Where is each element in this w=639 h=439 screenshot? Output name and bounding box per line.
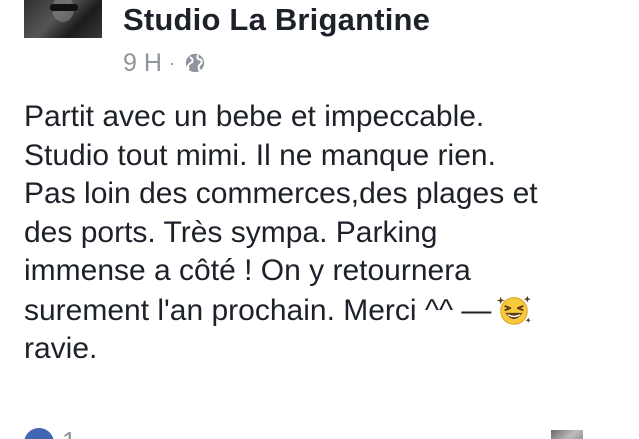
meta-separator: · — [168, 52, 175, 73]
post-timestamp[interactable]: 9 H — [123, 49, 162, 78]
post-line: Partit avec un bebe et impeccable. — [24, 100, 485, 133]
post-line-with-feeling: surement l'an prochain. Merci ^^ — — [24, 291, 624, 331]
post-line: surement l'an prochain. Merci ^^ — — [24, 293, 492, 327]
post-line: Pas loin des commerces,des plages et — [24, 177, 538, 210]
laughing-emoji-icon — [497, 295, 532, 325]
post-line: Studio tout mimi. Il ne manque rien. — [24, 138, 496, 172]
post-card: Studio La Brigantine 9 H · Partit avec u… — [0, 0, 639, 439]
reaction-count[interactable]: 1 — [62, 426, 76, 439]
globe-icon[interactable] — [184, 52, 206, 74]
commenter-avatar[interactable] — [551, 430, 583, 439]
post-line: immense a côté ! On y retournera — [24, 254, 471, 287]
page-name-link[interactable]: Studio La Brigantine — [123, 2, 430, 38]
avatar-glasses — [50, 4, 78, 11]
post-meta: 9 H · — [123, 47, 206, 79]
page-avatar[interactable] — [24, 0, 102, 38]
post-message: Partit avec un bebe et impeccable. Studi… — [24, 98, 624, 369]
post-line: des ports. Très sympa. Parking — [24, 215, 438, 249]
like-reaction-icon[interactable] — [24, 428, 54, 439]
post-line: ravie. — [24, 332, 98, 365]
